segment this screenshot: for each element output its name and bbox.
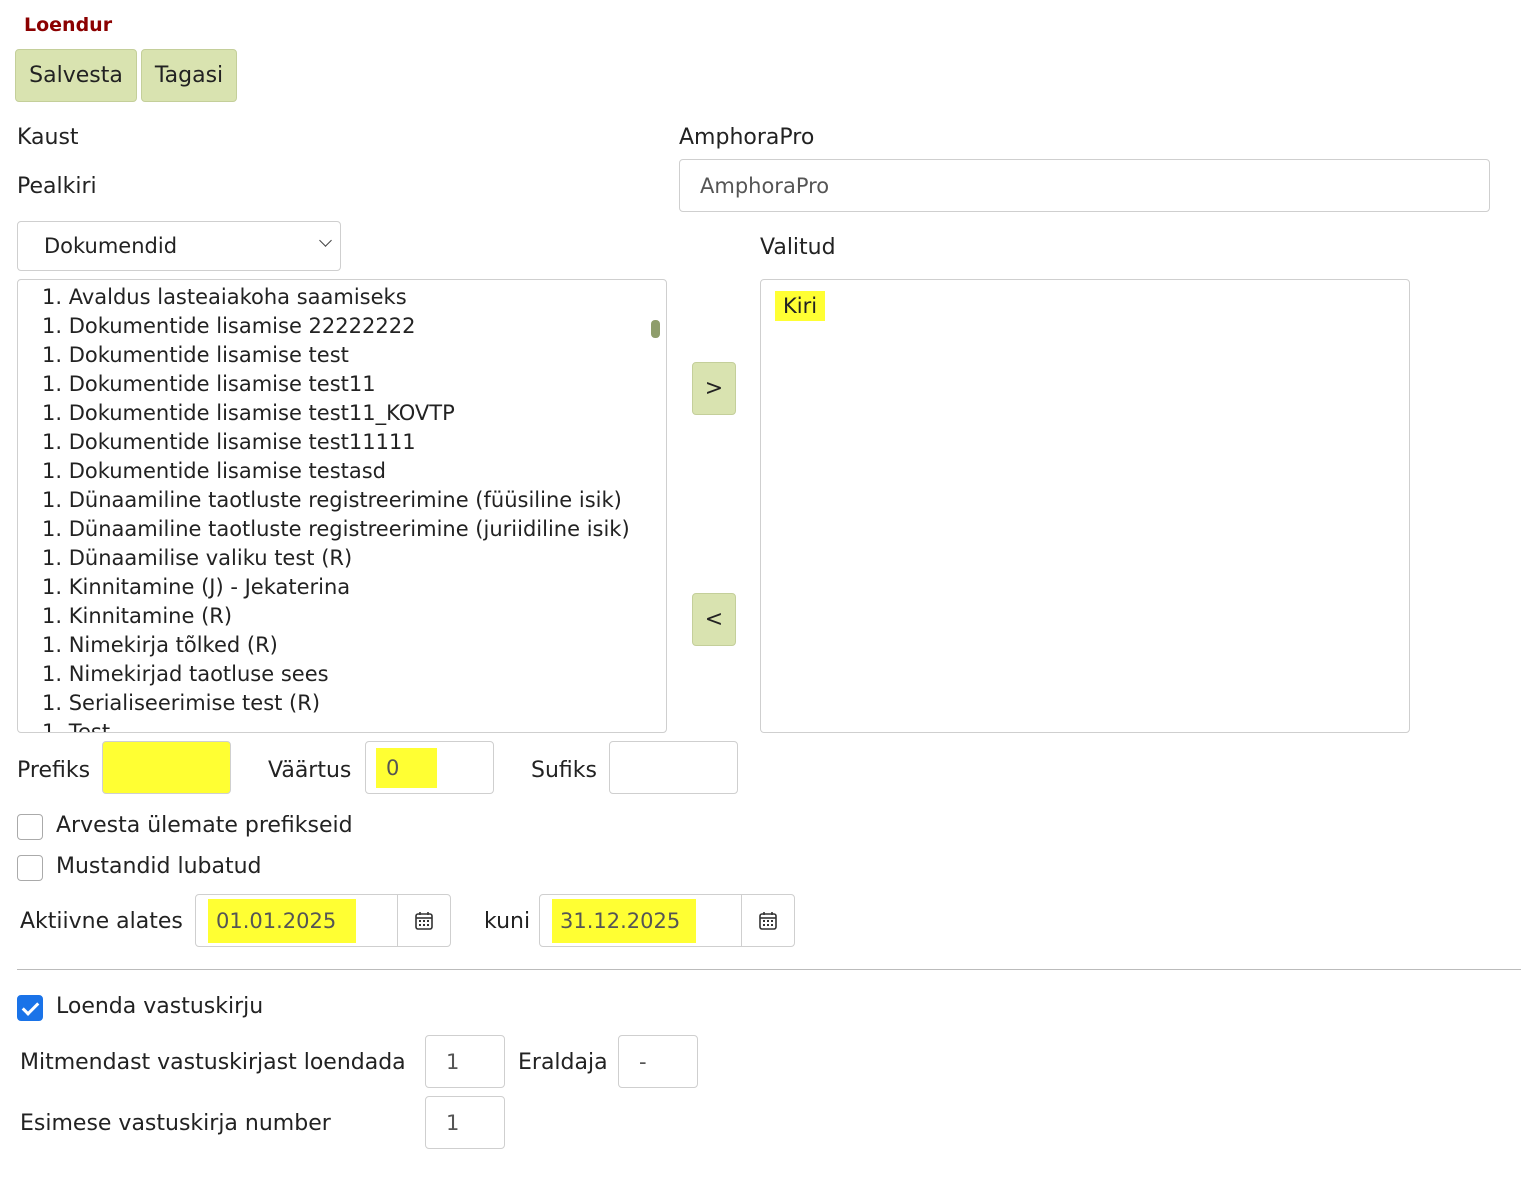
available-list-item[interactable]: 1. Dokumentide lisamise test bbox=[18, 341, 650, 370]
kaust-label: Kaust bbox=[17, 125, 79, 150]
until-input[interactable]: 31.12.2025 bbox=[539, 894, 742, 947]
amphora-input[interactable]: AmphoraPro bbox=[679, 159, 1490, 212]
first-number-input[interactable]: 1 bbox=[425, 1096, 505, 1149]
save-button[interactable]: Salvesta bbox=[15, 49, 137, 102]
value-input-text: 0 bbox=[376, 747, 438, 788]
available-list-item[interactable]: 1. Nimekirja tõlked (R) bbox=[18, 631, 650, 660]
active-from-label: Aktiivne alates bbox=[20, 909, 183, 934]
from-which-label: Mitmendast vastuskirjast loendada bbox=[20, 1050, 406, 1075]
list-scrollbar-thumb[interactable] bbox=[651, 320, 660, 338]
active-from-input[interactable]: 01.01.2025 bbox=[195, 894, 398, 947]
selected-label: Valitud bbox=[760, 235, 836, 260]
separator-input[interactable]: - bbox=[618, 1035, 698, 1088]
available-list-item[interactable]: 1. Avaldus lasteaiakoha saamiseks bbox=[18, 283, 650, 312]
first-number-label: Esimese vastuskirja number bbox=[20, 1111, 331, 1136]
until-text: 31.12.2025 bbox=[552, 898, 697, 943]
available-list-item[interactable]: 1. Kinnitamine (R) bbox=[18, 602, 650, 631]
back-button[interactable]: Tagasi bbox=[141, 49, 237, 102]
prefix-input[interactable] bbox=[102, 741, 231, 794]
move-left-button[interactable]: < bbox=[692, 593, 736, 646]
available-list-item[interactable]: 1. Dünaamiline taotluste registreerimine… bbox=[18, 486, 650, 515]
calendar-icon bbox=[415, 911, 433, 930]
available-list-item[interactable]: 1. Kinnitamine (J) - Jekaterina bbox=[18, 573, 650, 602]
page-title: Loendur bbox=[24, 14, 113, 36]
consider-prefixes-label: Arvesta ülemate prefikseid bbox=[56, 813, 353, 838]
folder-select[interactable]: Dokumendid bbox=[17, 221, 341, 271]
value-label: Väärtus bbox=[268, 758, 352, 783]
available-list-item[interactable]: 1. Dokumentide lisamise test11111 bbox=[18, 428, 650, 457]
suffix-label: Sufiks bbox=[531, 758, 597, 783]
consider-prefixes-checkbox[interactable] bbox=[17, 814, 43, 840]
count-replies-checkbox[interactable] bbox=[17, 995, 43, 1021]
available-list-item[interactable]: 1. Dokumentide lisamise test11 bbox=[18, 370, 650, 399]
amphora-label: AmphoraPro bbox=[679, 125, 815, 150]
pealkiri-label: Pealkiri bbox=[17, 174, 97, 199]
selected-list-item-label: Kiri bbox=[775, 291, 826, 321]
available-list[interactable]: 1. Avaldus lasteaiakoha saamiseks 1. Doku… bbox=[17, 279, 667, 733]
folder-select-value: Dokumendid bbox=[44, 234, 178, 258]
selected-list-item[interactable]: Kiri bbox=[775, 290, 1409, 322]
until-label: kuni bbox=[484, 909, 531, 934]
drafts-allowed-label: Mustandid lubatud bbox=[56, 854, 262, 879]
value-input[interactable]: 0 bbox=[365, 741, 494, 794]
active-from-text: 01.01.2025 bbox=[208, 898, 357, 943]
move-right-button[interactable]: > bbox=[692, 362, 736, 415]
chevron-down-icon bbox=[319, 234, 332, 247]
available-list-item[interactable]: 1. Dokumentide lisamise test11_KOVTP bbox=[18, 399, 650, 428]
available-list-item[interactable]: 1. Dünaamiline taotluste registreerimine… bbox=[18, 515, 650, 544]
available-list-item[interactable]: 1. Dokumentide lisamise testasd bbox=[18, 457, 650, 486]
drafts-allowed-checkbox[interactable] bbox=[17, 855, 43, 881]
available-list-item[interactable]: 1. Nimekirjad taotluse sees bbox=[18, 660, 650, 689]
calendar-icon bbox=[759, 911, 777, 930]
available-list-item[interactable]: 1. Serialiseerimise test (R) bbox=[18, 689, 650, 718]
until-calendar-button[interactable] bbox=[741, 894, 795, 947]
available-list-item[interactable]: 1. Dokumentide lisamise 22222222 bbox=[18, 312, 650, 341]
active-from-calendar-button[interactable] bbox=[397, 894, 451, 947]
available-list-item[interactable]: 1. Dünaamilise valiku test (R) bbox=[18, 544, 650, 573]
suffix-input[interactable] bbox=[609, 741, 738, 794]
available-list-item[interactable]: 1. Test bbox=[18, 718, 650, 732]
count-replies-label: Loenda vastuskirju bbox=[56, 994, 264, 1019]
section-divider bbox=[17, 969, 1521, 970]
separator-label: Eraldaja bbox=[518, 1050, 608, 1075]
selected-list[interactable]: Kiri bbox=[760, 279, 1410, 733]
from-which-input[interactable]: 1 bbox=[425, 1035, 505, 1088]
prefix-label: Prefiks bbox=[17, 758, 91, 783]
